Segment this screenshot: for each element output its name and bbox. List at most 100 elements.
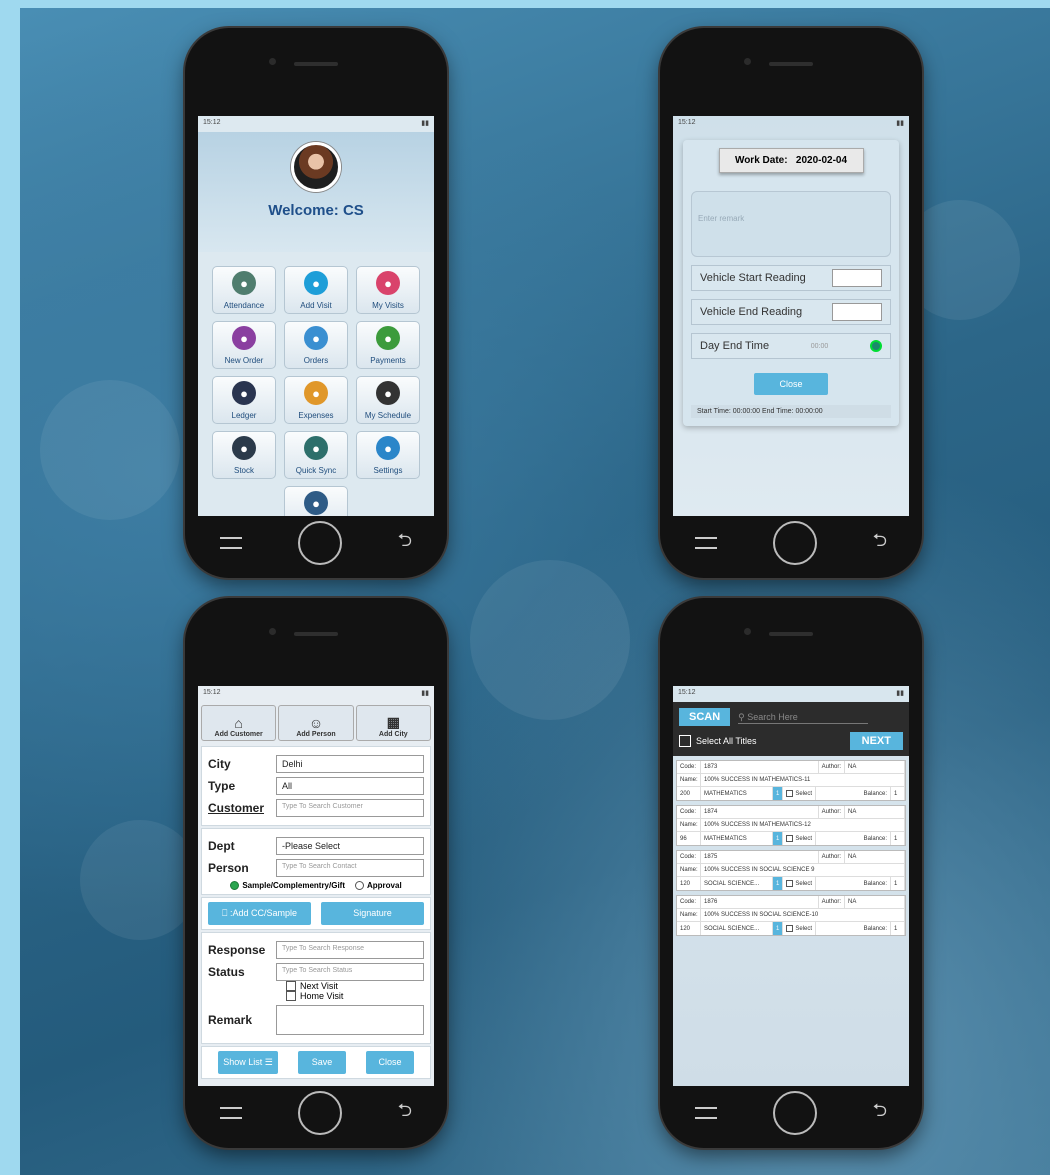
camera [269,628,276,635]
checkbox-icon [786,835,794,842]
next-button[interactable]: NEXT [849,732,903,750]
menu-icon[interactable] [695,537,717,549]
nav-bar: ⮌ [198,1086,434,1140]
tile-my-schedule[interactable]: ● My Schedule [356,376,420,424]
radio-unchecked-icon [355,881,364,891]
close-button[interactable]: Close [754,373,828,395]
search-placeholder: Search Here [747,712,798,722]
selected-count[interactable]: 1 [773,877,784,890]
save-button[interactable]: Save [298,1051,346,1075]
phone-day-end: 15:12 ▮▮ Work Date: 2020-02-04 Enter rema… [660,28,922,578]
tile-new-order[interactable]: ● New Order [212,321,276,369]
tile-privacy[interactable]: ●Privacy [284,486,348,516]
sync-icon: ● [304,436,328,460]
selected-count[interactable]: 1 [773,787,784,800]
avatar[interactable] [291,142,341,192]
back-icon[interactable]: ⮌ [398,1098,412,1128]
menu-icon[interactable] [220,1107,242,1119]
tile-label: My Visits [372,301,404,310]
remark-textarea[interactable] [276,1005,424,1036]
home-button[interactable] [772,1091,817,1135]
building-icon: ▦ [386,714,400,730]
customer-search-input[interactable]: Type To Search Customer [276,799,424,817]
customer-section: City Delhi Type All Customer Type To Search… [201,746,431,826]
customer-label[interactable]: Customer [208,801,276,815]
search-input[interactable]: ⚲ Search Here [738,712,869,724]
qty-value: 200 [677,787,701,800]
back-icon[interactable]: ⮌ [873,1098,887,1128]
tile-attendance[interactable]: ● Attendance [212,266,276,314]
clock-icon[interactable] [870,340,882,352]
next-visit-checkbox[interactable]: Next Visit [286,981,424,992]
camera [744,628,751,635]
title-card: Code: 1873 Author: NA Name: 100% SUCCESS IN M… [676,760,906,801]
tile-quick-sync[interactable]: ● Quick Sync [284,431,348,479]
city-field[interactable]: Delhi [276,755,424,773]
nav-bar: ⮌ [673,1086,909,1140]
day-end-row: Day End Time 00:00 [691,333,891,359]
close-button[interactable]: Close [366,1051,414,1075]
home-visit-checkbox[interactable]: Home Visit [286,991,424,1002]
expenses-icon: ● [304,381,328,405]
tile-settings[interactable]: ● Settings [356,431,420,479]
checkbox-icon [286,981,296,992]
home-button[interactable] [297,521,342,565]
select-checkbox[interactable]: Select [783,832,817,845]
scan-bar: SCAN ⚲ Search Here Select All Titles NEXT [673,702,909,756]
vehicle-start-input[interactable] [832,269,882,287]
status-icons: ▮▮ [421,690,429,697]
select-checkbox[interactable]: Select [783,922,817,935]
show-list-button[interactable]: Show List ☰ [218,1051,278,1075]
add-customer-button[interactable]: ⌂ Add Customer [201,705,277,741]
vehicle-end-input[interactable] [832,303,882,321]
day-end-value[interactable]: 00:00 [811,343,829,350]
tile-payments[interactable]: ● Payments [356,321,420,369]
author-value: NA [845,806,905,818]
selected-count[interactable]: 1 [773,832,784,845]
tile-expenses[interactable]: ● Expenses [284,376,348,424]
tile-add-visit[interactable]: ● Add Visit [284,266,348,314]
tile-label: Settings [373,466,403,475]
home-button[interactable] [772,521,817,565]
select-checkbox[interactable]: Select [783,877,817,890]
tile-orders[interactable]: ● Orders [284,321,348,369]
select-checkbox[interactable]: Select [783,787,817,800]
sample-radio[interactable]: Sample/Complementry/Gift [230,881,345,891]
day-end-label: Day End Time [700,340,770,352]
menu-icon[interactable] [220,537,242,549]
status-search-input[interactable]: Type To Search Status [276,963,424,982]
approval-radio-label: Approval [367,881,402,890]
add-city-button[interactable]: ▦ Add City [355,705,431,741]
home-button[interactable] [297,1091,342,1135]
add-person-button[interactable]: ☺ Add Person [278,705,354,741]
person-search-input[interactable]: Type To Search Contact [276,859,424,877]
status-time: 15:12 [678,689,696,696]
dept-label: Dept [208,839,235,853]
selected-count[interactable]: 1 [773,922,784,935]
approval-radio[interactable]: Approval [355,881,402,891]
back-icon[interactable]: ⮌ [398,528,412,558]
subject-value: SOCIAL SCIENCE... [701,877,773,890]
vehicle-end-row: Vehicle End Reading [691,299,891,325]
dept-select[interactable]: -Please Select [276,837,424,855]
phone-home: 15:12 ▮▮ Welcome: CS ● Attendance ● Add Visi… [185,28,447,578]
name-label: Name: [677,774,701,786]
speaker [769,632,813,636]
person-section: Dept -Please Select Person Type To Search … [201,828,431,896]
type-field[interactable]: All [276,777,424,795]
remark-input[interactable]: Enter remark [691,191,891,257]
tile-ledger[interactable]: ● Ledger [212,376,276,424]
scan-button[interactable]: SCAN [679,708,731,726]
tile-stock[interactable]: ● Stock [212,431,276,479]
tile-my-visits[interactable]: ● My Visits [356,266,420,314]
top-frame-border [0,0,1050,8]
add-cc-sample-button[interactable]: ⎕ :Add CC/Sample [208,902,311,926]
camera [269,58,276,65]
response-search-input[interactable]: Type To Search Response [276,941,424,960]
back-icon[interactable]: ⮌ [873,528,887,558]
menu-icon[interactable] [695,1107,717,1119]
select-all-checkbox[interactable]: Select All Titles [679,735,757,747]
signature-button[interactable]: Signature [321,902,424,926]
select-all-label: Select All Titles [696,736,757,746]
remark-label: Remark [208,1013,253,1028]
